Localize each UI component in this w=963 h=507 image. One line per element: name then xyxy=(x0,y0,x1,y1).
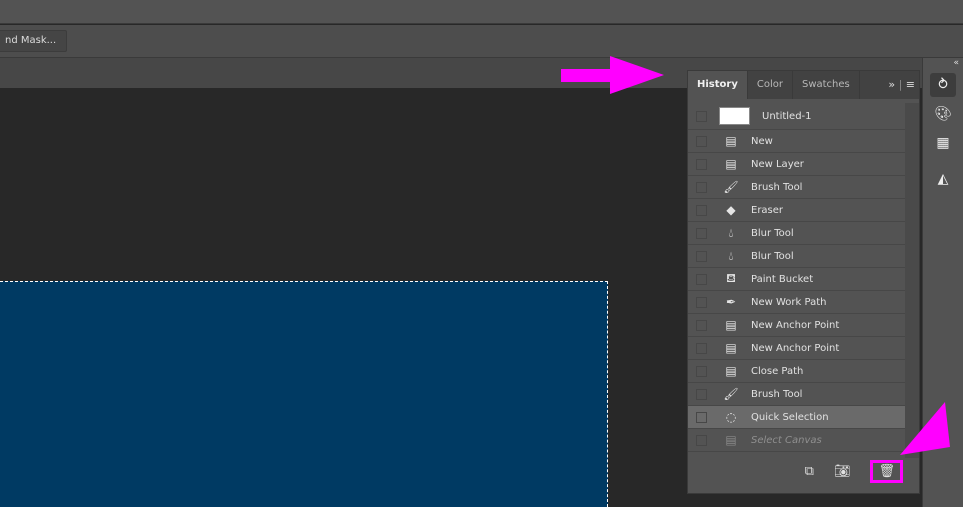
annotation-arrows xyxy=(561,56,950,455)
arrow-pointing-to-trash xyxy=(900,402,950,455)
arrow-pointing-to-tabs xyxy=(561,56,664,94)
